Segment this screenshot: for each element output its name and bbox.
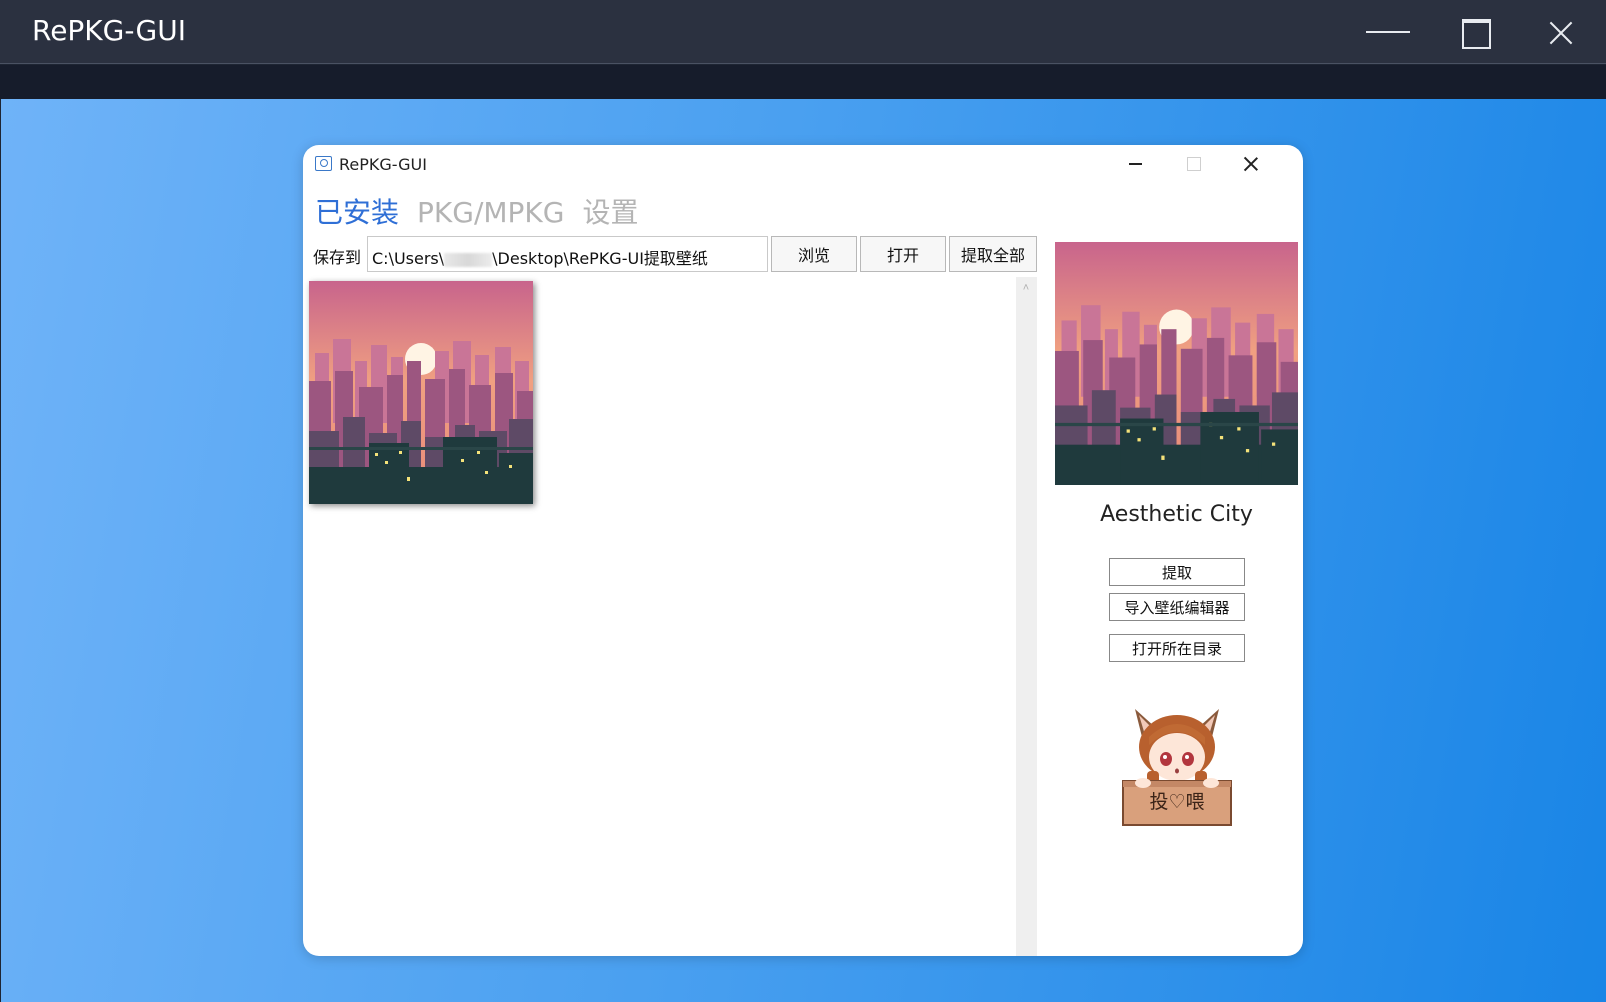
path-suffix: \Desktop\RePKG-UI提取壁纸 [492,249,708,268]
import-to-editor-button[interactable]: 导入壁纸编辑器 [1109,593,1245,621]
extract-button[interactable]: 提取 [1109,558,1245,586]
city-thumbnail-image [309,281,533,504]
tab-settings[interactable]: 设置 [583,191,639,231]
host-titlebar: RePKG-GUI [0,0,1606,64]
donate-button[interactable]: 投♡喂 [1121,701,1233,827]
wallpaper-thumbnail[interactable] [309,281,533,504]
grid-scrollbar[interactable]: ˄ [1016,277,1037,956]
host-minimize-button[interactable] [1356,8,1420,56]
tab-bar: 已安装 PKG/MPKG 设置 [315,191,639,231]
host-window-title: RePKG-GUI [32,14,186,47]
save-path-input[interactable]: C:\Users\ \Desktop\RePKG-UI提取壁纸 [367,236,768,272]
app-window-title: RePKG-GUI [339,155,427,174]
save-to-label: 保存到 [313,248,362,267]
open-directory-button[interactable]: 打开所在目录 [1109,634,1245,662]
app-titlebar: RePKG-GUI [303,145,1303,181]
open-button[interactable]: 打开 [860,236,946,272]
path-prefix: C:\Users\ [372,249,445,268]
donate-label: 投♡喂 [1149,791,1205,813]
tab-pkg-mpkg[interactable]: PKG/MPKG [417,196,564,229]
tab-installed[interactable]: 已安装 [315,191,399,231]
extract-all-button[interactable]: 提取全部 [949,236,1037,272]
app-window: RePKG-GUI 已安装 PKG/MPKG 设置 保存到 C:\Users\ \… [303,145,1303,956]
host-toolbar-band [0,65,1606,99]
app-icon [315,156,332,171]
wallpaper-preview [1055,242,1298,485]
wallpaper-name: Aesthetic City [1100,502,1253,527]
host-maximize-button[interactable] [1444,8,1508,56]
city-preview-image [1055,242,1298,485]
wallpaper-grid [303,277,1015,956]
app-close-button[interactable] [1231,149,1271,179]
browse-button[interactable]: 浏览 [771,236,857,272]
scroll-up-icon[interactable]: ˄ [1021,283,1031,294]
host-close-button[interactable] [1530,8,1594,56]
redacted-username [444,252,493,267]
app-maximize-button[interactable] [1173,149,1213,179]
app-minimize-button[interactable] [1115,149,1155,179]
